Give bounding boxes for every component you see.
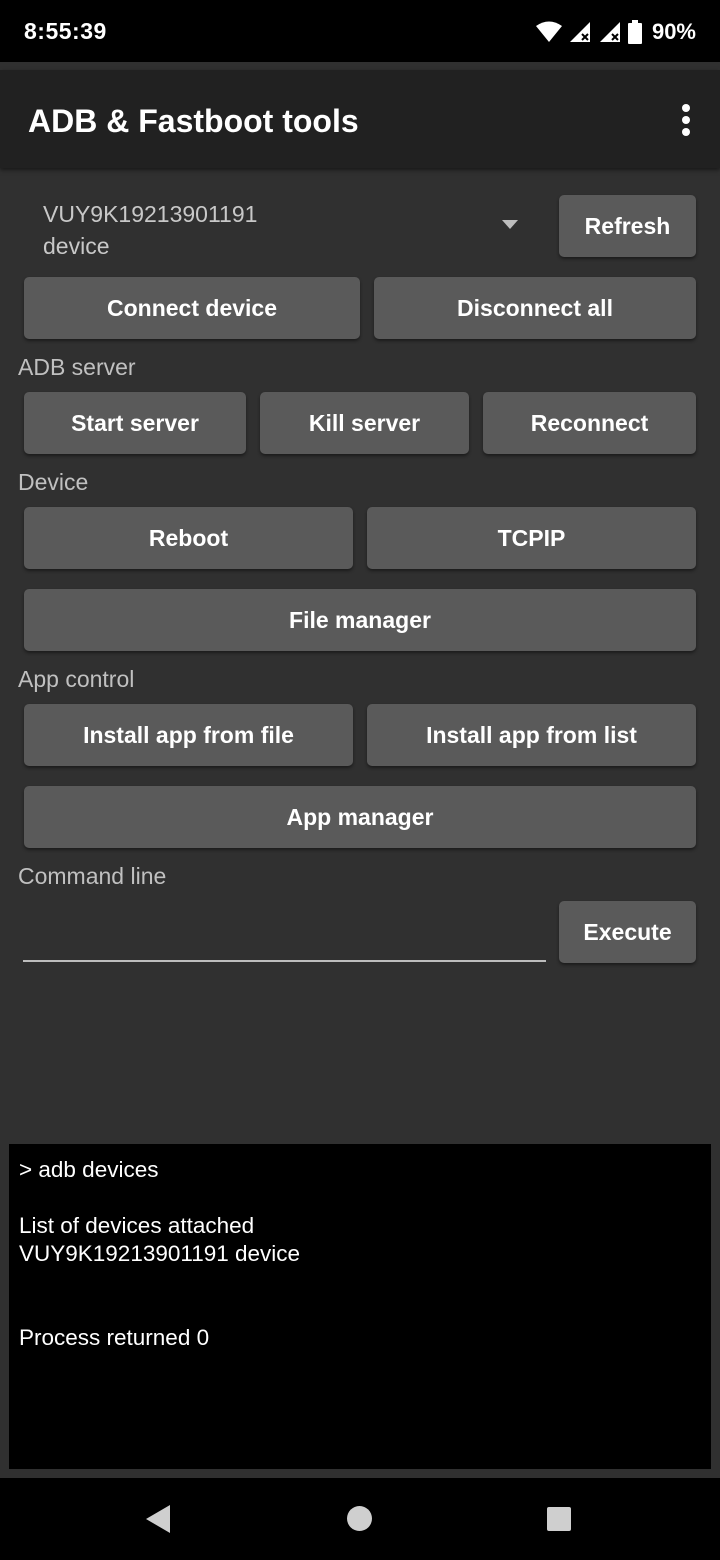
install-from-file-button[interactable]: Install app from file (24, 704, 353, 766)
console-line: List of devices attached (19, 1213, 255, 1238)
home-icon[interactable] (347, 1506, 372, 1531)
recents-icon[interactable] (547, 1507, 571, 1531)
console-line: VUY9K19213901191 device (19, 1241, 301, 1266)
file-manager-button[interactable]: File manager (24, 589, 696, 651)
status-bar: 8:55:39 90% (0, 0, 720, 62)
start-server-button[interactable]: Start server (24, 392, 246, 454)
reboot-button[interactable]: Reboot (24, 507, 353, 569)
device-selector-value: VUY9K19213901191 device (43, 201, 258, 259)
install-from-list-button[interactable]: Install app from list (367, 704, 696, 766)
console-line: > adb devices (19, 1157, 159, 1182)
device-selector[interactable]: VUY9K19213901191 device (24, 192, 534, 262)
app-bar: ADB & Fastboot tools (0, 70, 720, 168)
wifi-icon (535, 21, 562, 42)
app-manager-button[interactable]: App manager (24, 786, 696, 848)
signal-icon (599, 22, 620, 42)
battery-percent: 90% (651, 19, 696, 44)
signal-icon (569, 22, 590, 42)
battery-icon (627, 20, 642, 44)
connect-device-button[interactable]: Connect device (24, 277, 360, 339)
section-device: Device (18, 469, 89, 495)
command-input[interactable] (23, 908, 546, 962)
disconnect-all-button[interactable]: Disconnect all (374, 277, 696, 339)
section-adb-server: ADB server (18, 354, 136, 380)
execute-button[interactable]: Execute (559, 901, 696, 963)
refresh-button[interactable]: Refresh (559, 195, 696, 257)
section-command-line: Command line (18, 863, 167, 889)
back-icon[interactable] (146, 1505, 170, 1533)
section-app-control: App control (18, 666, 135, 692)
status-time: 8:55:39 (24, 18, 107, 44)
app-title: ADB & Fastboot tools (28, 103, 359, 139)
dropdown-arrow-icon (502, 220, 518, 229)
tcpip-button[interactable]: TCPIP (367, 507, 696, 569)
console-line: Process returned 0 (19, 1325, 210, 1350)
more-vert-icon[interactable] (674, 100, 698, 140)
status-icons: 90% (535, 17, 696, 47)
reconnect-button[interactable]: Reconnect (483, 392, 696, 454)
console-output: > adb devices List of devices attached V… (9, 1144, 711, 1469)
kill-server-button[interactable]: Kill server (260, 392, 469, 454)
